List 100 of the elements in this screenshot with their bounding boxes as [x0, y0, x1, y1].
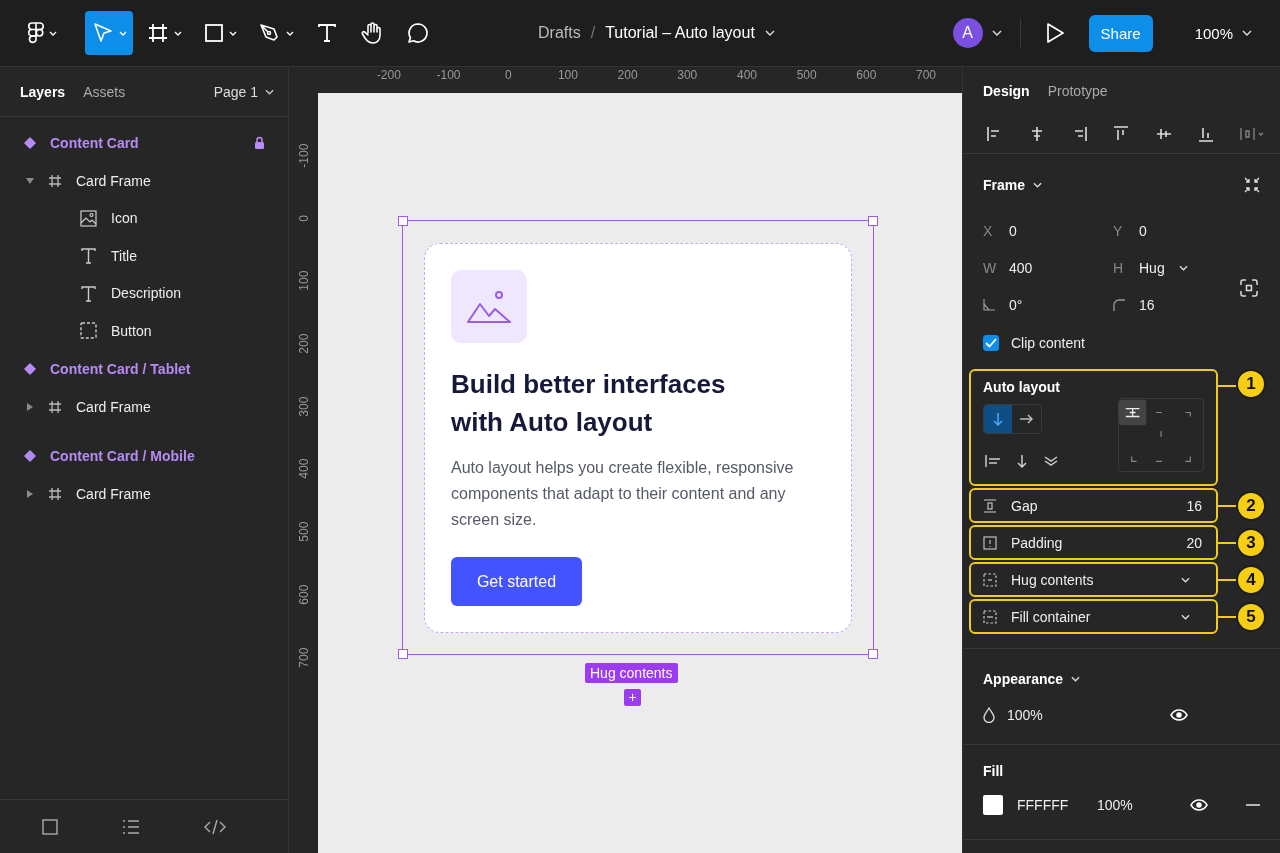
- ruler-label: 300: [676, 67, 699, 84]
- ruler-label: 500: [295, 520, 312, 544]
- leader-line: [1218, 615, 1236, 618]
- component-icon: [24, 136, 36, 149]
- collapse-icon[interactable]: [1244, 177, 1260, 193]
- leader-line: [1218, 541, 1236, 544]
- text-icon: [80, 247, 97, 265]
- layer-name[interactable]: Title: [111, 247, 137, 264]
- component-layer-row[interactable]: Content Card / Tablet: [0, 349, 288, 389]
- ruler-label: 100: [295, 269, 312, 293]
- content-card[interactable]: Build better interfaces with Auto layout Auto layout helps you create flexible, responsive components that adapt to their content and any screen size. Get started: [424, 243, 852, 633]
- component-layer-row[interactable]: Content Card / Mobile: [0, 436, 288, 475]
- page-menu[interactable]: Page 1: [213, 83, 274, 100]
- align-left-icon[interactable]: [985, 454, 1001, 468]
- panel-tab[interactable]: Layers: [20, 83, 66, 100]
- independent-corners-icon[interactable]: [1240, 279, 1258, 297]
- user-avatar[interactable]: A: [952, 18, 983, 48]
- align-top-icon[interactable]: [1113, 126, 1130, 142]
- opacity-drop-icon: [983, 707, 995, 723]
- down-arrow-icon[interactable]: [1015, 454, 1029, 468]
- property-field[interactable]: X 0: [983, 212, 1113, 249]
- panel-tab[interactable]: Design: [983, 83, 1030, 99]
- layer-name[interactable]: Button: [111, 322, 152, 339]
- caret-icon: [49, 30, 57, 36]
- breadcrumb-link[interactable]: Drafts: [538, 24, 581, 42]
- resize-handle[interactable]: [868, 216, 878, 226]
- list-icon[interactable]: [122, 818, 140, 835]
- breadcrumb-separator: /: [590, 24, 596, 42]
- expand-toggle-icon[interactable]: [26, 403, 34, 412]
- resize-handle[interactable]: [398, 649, 408, 659]
- callout-badge: 3: [1236, 527, 1266, 558]
- width-sizing-dropdown[interactable]: Hug contents: [969, 562, 1218, 597]
- layer-name[interactable]: Card Frame: [76, 399, 151, 416]
- image-icon: [80, 209, 97, 227]
- checkbox-label: Clip content: [1011, 335, 1085, 351]
- padding-field[interactable]: Padding 20: [969, 525, 1218, 560]
- ruler-label: 300: [295, 395, 312, 419]
- fill-hex-value[interactable]: FFFFFF: [1017, 797, 1097, 813]
- caret-icon: [1181, 576, 1190, 583]
- align-bottom-icon[interactable]: [1197, 126, 1214, 142]
- resize-handle[interactable]: [398, 216, 408, 226]
- height-sizing-dropdown[interactable]: Fill container: [969, 599, 1218, 634]
- resize-handle[interactable]: [868, 649, 878, 659]
- clip-content-checkbox[interactable]: [983, 335, 999, 351]
- property-field[interactable]: Y 0: [1113, 212, 1233, 249]
- layer-name[interactable]: Icon: [111, 210, 138, 227]
- expand-toggle-icon[interactable]: [26, 176, 34, 185]
- move-tool-button[interactable]: [85, 11, 133, 55]
- code-icon[interactable]: [204, 818, 226, 835]
- alignment-grid[interactable]: [1118, 398, 1204, 472]
- ruler-label: 600: [855, 67, 878, 84]
- opacity-value[interactable]: 100%: [1007, 707, 1043, 723]
- property-field[interactable]: W 400: [983, 249, 1113, 286]
- caret-icon: [764, 30, 775, 36]
- property-field[interactable]: H Hug: [1113, 249, 1233, 286]
- layer-name[interactable]: Card Frame: [76, 485, 151, 502]
- file-name-menu[interactable]: Tutorial – Auto layout: [605, 24, 775, 42]
- rotation-field[interactable]: 0°: [983, 286, 1113, 323]
- gap-field[interactable]: Gap 16: [969, 488, 1218, 523]
- play-icon[interactable]: [1044, 22, 1065, 44]
- ruler-label: 100: [556, 67, 579, 84]
- fill-opacity-value[interactable]: 100%: [1097, 797, 1133, 813]
- eye-icon[interactable]: [1190, 799, 1208, 811]
- ruler-label: 700: [915, 67, 938, 84]
- ruler-label: 500: [795, 67, 818, 84]
- distribute-icon[interactable]: [1239, 126, 1266, 142]
- panel-tab[interactable]: Prototype: [1047, 83, 1108, 99]
- size-label: Hug contents: [585, 663, 678, 683]
- frame-section-menu[interactable]: Frame: [983, 177, 1043, 193]
- layer-name[interactable]: Description: [111, 285, 182, 302]
- zoom-menu[interactable]: 100%: [1194, 24, 1252, 42]
- caret-icon[interactable]: [991, 30, 1002, 36]
- ruler-label: 400: [735, 67, 758, 84]
- right-arrow-icon: [1019, 412, 1033, 426]
- layer-name[interactable]: Card Frame: [76, 172, 151, 189]
- get-started-button[interactable]: Get started: [451, 557, 582, 606]
- checkmark-icon: [985, 338, 997, 348]
- fill-color-swatch[interactable]: [983, 795, 1003, 815]
- fill-icon: [983, 609, 997, 624]
- lock-icon[interactable]: [254, 136, 265, 149]
- down-arrow-icon: [991, 412, 1005, 426]
- caret-icon: [174, 30, 182, 36]
- callout-badge: 2: [1236, 490, 1266, 521]
- add-button[interactable]: +: [624, 689, 641, 706]
- align-middle-icon[interactable]: [1155, 126, 1172, 142]
- hug-icon: [983, 572, 997, 587]
- mountain-image-icon: [466, 289, 512, 324]
- vertical-direction-button[interactable]: [984, 405, 1012, 433]
- hash-frame-icon: [48, 173, 62, 188]
- square-icon[interactable]: [42, 818, 58, 835]
- rectangle-icon: [204, 23, 224, 43]
- ruler-label: 400: [295, 457, 312, 481]
- appearance-section-menu[interactable]: Appearance: [983, 671, 1081, 687]
- hash-frame-icon: [48, 400, 62, 415]
- component-layer-row[interactable]: Content Card: [0, 123, 288, 162]
- eye-icon[interactable]: [1170, 709, 1188, 721]
- panel-tab[interactable]: Assets: [83, 83, 126, 100]
- expand-toggle-icon[interactable]: [26, 489, 34, 498]
- double-chevron-icon[interactable]: [1043, 454, 1059, 468]
- corner-radius-field[interactable]: 16: [1113, 286, 1233, 323]
